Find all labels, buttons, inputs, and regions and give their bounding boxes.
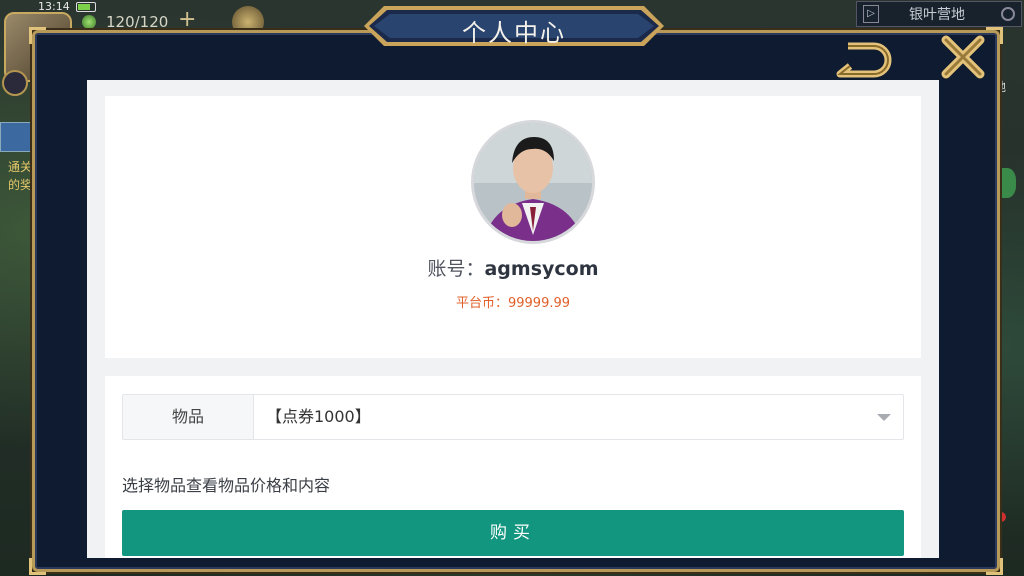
frame-corner xyxy=(29,558,46,575)
location-label: 银叶营地 xyxy=(909,7,965,23)
close-button[interactable] xyxy=(940,34,986,80)
level-badge xyxy=(2,70,28,96)
item-row: 物品 【点券1000】 xyxy=(122,394,904,440)
account-line: 账号：agmsycom xyxy=(105,254,921,281)
chevron-right-icon[interactable]: ▷ xyxy=(863,5,879,23)
platform-balance: 平台币：99999.99 xyxy=(455,296,571,311)
frame-corner xyxy=(986,27,1003,44)
shop-card: 物品 【点券1000】 选择物品查看物品价格和内容 购买 xyxy=(105,376,921,558)
battery-icon xyxy=(76,2,96,12)
item-selected-value: 【点券1000】 xyxy=(266,407,371,426)
buy-button[interactable]: 购买 xyxy=(122,510,904,556)
close-icon xyxy=(941,35,985,79)
energy-icon xyxy=(82,15,96,29)
avatar-portrait xyxy=(474,123,592,241)
profile-card: 账号：agmsycom 平台币：99999.99 xyxy=(105,96,921,358)
energy-counter: 120/120 xyxy=(106,13,169,31)
avatar xyxy=(471,120,595,244)
back-button[interactable] xyxy=(834,38,894,80)
account-value: agmsycom xyxy=(484,258,599,280)
dialog-title: 个人中心 xyxy=(462,19,566,47)
dialog-content[interactable]: 账号：agmsycom 平台币：99999.99 物品 【点券1000】 选择物… xyxy=(87,80,939,558)
search-icon[interactable] xyxy=(1001,7,1015,21)
location-tag[interactable]: ▷ 银叶营地 xyxy=(856,1,1022,27)
quest-icon[interactable] xyxy=(0,122,36,152)
frame-corner xyxy=(986,558,1003,575)
item-label: 物品 xyxy=(123,395,254,439)
chevron-down-icon xyxy=(877,414,891,421)
back-arrow-icon xyxy=(836,42,892,78)
account-label: 账号： xyxy=(427,258,485,280)
title-plate: 个人中心 xyxy=(362,4,666,48)
item-select[interactable]: 【点券1000】 xyxy=(254,395,903,439)
frame-corner xyxy=(29,27,46,44)
plus-icon[interactable]: + xyxy=(178,9,196,31)
item-hint: 选择物品查看物品价格和内容 xyxy=(122,476,331,495)
